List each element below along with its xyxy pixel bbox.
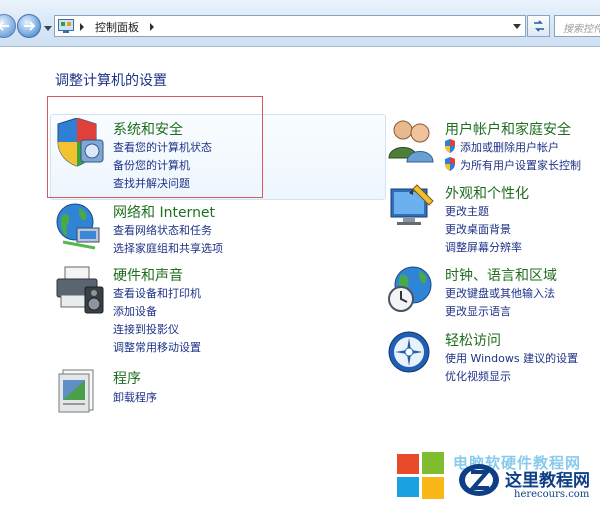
refresh-icon [533, 20, 544, 32]
link-mobility-settings[interactable]: 调整常用移动设置 [113, 339, 201, 355]
link-view-network-status[interactable]: 查看网络状态和任务 [113, 222, 212, 238]
appearance-monitor-icon [390, 184, 434, 225]
link-homegroup-sharing[interactable]: 选择家庭组和共享选项 [113, 240, 223, 256]
link-screen-resolution[interactable]: 调整屏幕分辨率 [445, 239, 522, 255]
control-panel-icon [58, 19, 74, 33]
category-title[interactable]: 轻松访问 [445, 330, 501, 350]
category-title[interactable]: 外观和个性化 [445, 183, 529, 203]
refresh-button[interactable] [527, 15, 550, 37]
forward-button[interactable] [17, 14, 41, 38]
clock-globe-icon [388, 266, 432, 312]
watermark-site-name: 这里教程网 [505, 471, 590, 491]
navigation-bar: 控制面板 搜索控件 [0, 0, 600, 47]
search-input[interactable]: 搜索控件 [554, 15, 600, 37]
link-change-keyboard[interactable]: 更改键盘或其他输入法 [445, 285, 555, 301]
link-optimize-visual-display[interactable]: 优化视频显示 [445, 368, 511, 384]
arrow-right-icon [24, 21, 36, 31]
link-connect-projector[interactable]: 连接到投影仪 [113, 321, 179, 337]
watermark-logo-icon [397, 452, 499, 499]
breadcrumb-separator-icon[interactable] [150, 23, 154, 31]
back-button[interactable] [0, 14, 16, 38]
recent-pages-dropdown[interactable] [44, 26, 52, 31]
watermark-site-url: herecours.com [514, 489, 590, 500]
network-globe-icon [56, 203, 100, 250]
breadcrumb-separator-icon[interactable] [80, 23, 84, 31]
link-devices-printers[interactable]: 查看设备和打印机 [113, 285, 201, 301]
category-title[interactable]: 硬件和声音 [113, 265, 183, 285]
link-display-language[interactable]: 更改显示语言 [445, 303, 511, 319]
address-bar[interactable]: 控制面板 [54, 15, 526, 37]
link-change-theme[interactable]: 更改主题 [445, 203, 489, 219]
link-parental-controls[interactable]: 为所有用户设置家长控制 [460, 157, 581, 173]
uac-shield-icon [445, 139, 455, 153]
arrow-left-icon [0, 21, 9, 31]
link-add-device[interactable]: 添加设备 [113, 303, 157, 319]
category-title[interactable]: 用户帐户和家庭安全 [445, 119, 571, 139]
category-title[interactable]: 程序 [113, 368, 141, 388]
users-icon [388, 120, 434, 163]
category-title[interactable]: 时钟、语言和区域 [445, 265, 557, 285]
link-uninstall-program[interactable]: 卸载程序 [113, 389, 157, 405]
category-title[interactable]: 网络和 Internet [113, 202, 215, 222]
uac-shield-icon [445, 157, 455, 171]
breadcrumb-control-panel[interactable]: 控制面板 [95, 19, 139, 35]
link-add-remove-accounts[interactable]: 添加或删除用户帐户 [460, 139, 559, 155]
highlight-annotation-box [47, 96, 263, 198]
programs-icon [58, 369, 94, 413]
link-desktop-background[interactable]: 更改桌面背景 [445, 221, 511, 237]
printer-icon [56, 266, 104, 314]
ease-of-access-icon [388, 331, 430, 373]
page-title: 调整计算机的设置 [55, 73, 167, 89]
address-history-dropdown[interactable] [513, 24, 521, 29]
link-recommended-settings[interactable]: 使用 Windows 建议的设置 [445, 350, 578, 366]
